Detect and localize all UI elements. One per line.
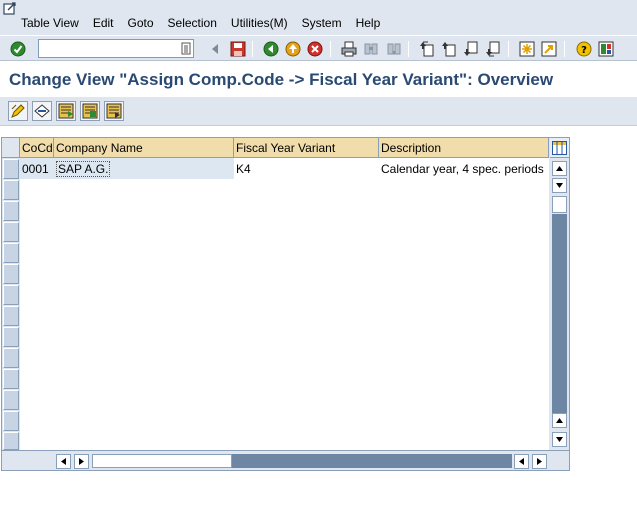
row-selector[interactable] (3, 327, 19, 347)
exit-icon[interactable] (284, 40, 301, 57)
row-selector[interactable] (3, 285, 19, 305)
details-icon[interactable] (104, 101, 124, 121)
cell-cocd[interactable]: 0001 (20, 158, 54, 179)
scroll-page-down-icon[interactable] (552, 178, 567, 193)
cancel-icon[interactable] (306, 40, 323, 57)
page-title: Change View "Assign Comp.Code -> Fiscal … (9, 70, 554, 89)
column-header-description[interactable]: Description (379, 138, 549, 158)
system-menu-icon[interactable] (3, 2, 17, 16)
menu-bar: Table View Edit Goto Selection Utilities… (0, 0, 637, 35)
select-block-icon[interactable] (56, 101, 76, 121)
menu-system[interactable]: System (302, 16, 342, 30)
back-icon[interactable] (262, 40, 279, 57)
shortcut-icon[interactable] (540, 40, 557, 57)
row-selector[interactable] (3, 411, 19, 431)
row-selector[interactable] (3, 180, 19, 200)
previous-page-icon[interactable] (440, 40, 457, 57)
menu-table-view[interactable]: Table View (21, 16, 79, 30)
horizontal-scrollbar[interactable] (2, 450, 569, 470)
print-icon[interactable] (340, 40, 357, 57)
row-selector[interactable] (3, 348, 19, 368)
find-icon[interactable] (362, 40, 379, 57)
command-input[interactable] (39, 40, 174, 57)
enter-icon[interactable] (9, 40, 26, 57)
create-session-icon[interactable] (518, 40, 535, 57)
table-settings-icon[interactable] (550, 138, 569, 158)
menu-help[interactable]: Help (356, 16, 381, 30)
next-page-icon[interactable] (462, 40, 479, 57)
scroll-page-up-icon[interactable] (552, 413, 567, 428)
table-row[interactable]: 0001 SAP A.G. K4 Calendar year, 4 spec. … (20, 158, 549, 179)
cell-fiscal-year-variant[interactable]: K4 (234, 158, 379, 179)
cell-company-name-text: SAP A.G. (56, 161, 111, 177)
vertical-scrollbar[interactable] (550, 158, 569, 450)
menu-utilities[interactable]: Utilities(M) (231, 16, 288, 30)
last-page-icon[interactable] (484, 40, 501, 57)
scroll-left-end-icon[interactable] (514, 454, 529, 469)
vertical-scroll-thumb[interactable] (552, 196, 567, 213)
table-control: CoCd Company Name Fiscal Year Variant De… (1, 137, 570, 471)
column-header-cocd[interactable]: CoCd (20, 138, 54, 158)
select-all-rows-button[interactable] (2, 138, 20, 158)
row-selector[interactable] (3, 432, 19, 450)
help-icon[interactable]: ? (575, 40, 592, 57)
row-selector[interactable] (3, 369, 19, 389)
table-header: CoCd Company Name Fiscal Year Variant De… (20, 138, 549, 158)
back-arrow-icon[interactable] (206, 40, 223, 57)
menu-selection[interactable]: Selection (168, 16, 217, 30)
standard-toolbar: ? (0, 35, 637, 61)
row-selector[interactable] (3, 222, 19, 242)
menu-goto[interactable]: Goto (128, 16, 154, 30)
row-selector[interactable] (3, 264, 19, 284)
command-field[interactable] (38, 39, 194, 58)
svg-text:?: ? (581, 45, 587, 56)
row-selector[interactable] (3, 306, 19, 326)
command-history-icon[interactable] (181, 42, 191, 55)
scroll-up-icon[interactable] (552, 161, 567, 176)
select-all-icon[interactable] (32, 101, 52, 121)
application-toolbar (0, 97, 637, 126)
column-header-fiscal-year-variant[interactable]: Fiscal Year Variant (234, 138, 379, 158)
scroll-right-small-icon[interactable] (74, 454, 89, 469)
horizontal-scroll-thumb[interactable] (92, 454, 232, 468)
scroll-left-icon[interactable] (56, 454, 71, 469)
change-display-icon[interactable] (8, 101, 28, 121)
first-page-icon[interactable] (418, 40, 435, 57)
cell-description: Calendar year, 4 spec. periods (381, 162, 544, 176)
save-icon[interactable] (229, 40, 246, 57)
cell-company-name[interactable]: SAP A.G. (54, 158, 234, 179)
table-body: 0001 SAP A.G. K4 Calendar year, 4 spec. … (20, 158, 549, 450)
deselect-all-icon[interactable] (80, 101, 100, 121)
layout-icon[interactable] (597, 40, 614, 57)
row-selector[interactable] (3, 201, 19, 221)
row-selector[interactable] (3, 159, 19, 179)
row-selector[interactable] (3, 390, 19, 410)
scroll-right-icon[interactable] (532, 454, 547, 469)
row-selector[interactable] (3, 243, 19, 263)
menu-edit[interactable]: Edit (93, 16, 114, 30)
vertical-scroll-track[interactable] (552, 214, 567, 428)
scroll-down-icon[interactable] (552, 432, 567, 447)
find-next-icon[interactable] (385, 40, 402, 57)
title-bar: Change View "Assign Comp.Code -> Fiscal … (0, 61, 637, 97)
column-header-company-name[interactable]: Company Name (54, 138, 234, 158)
